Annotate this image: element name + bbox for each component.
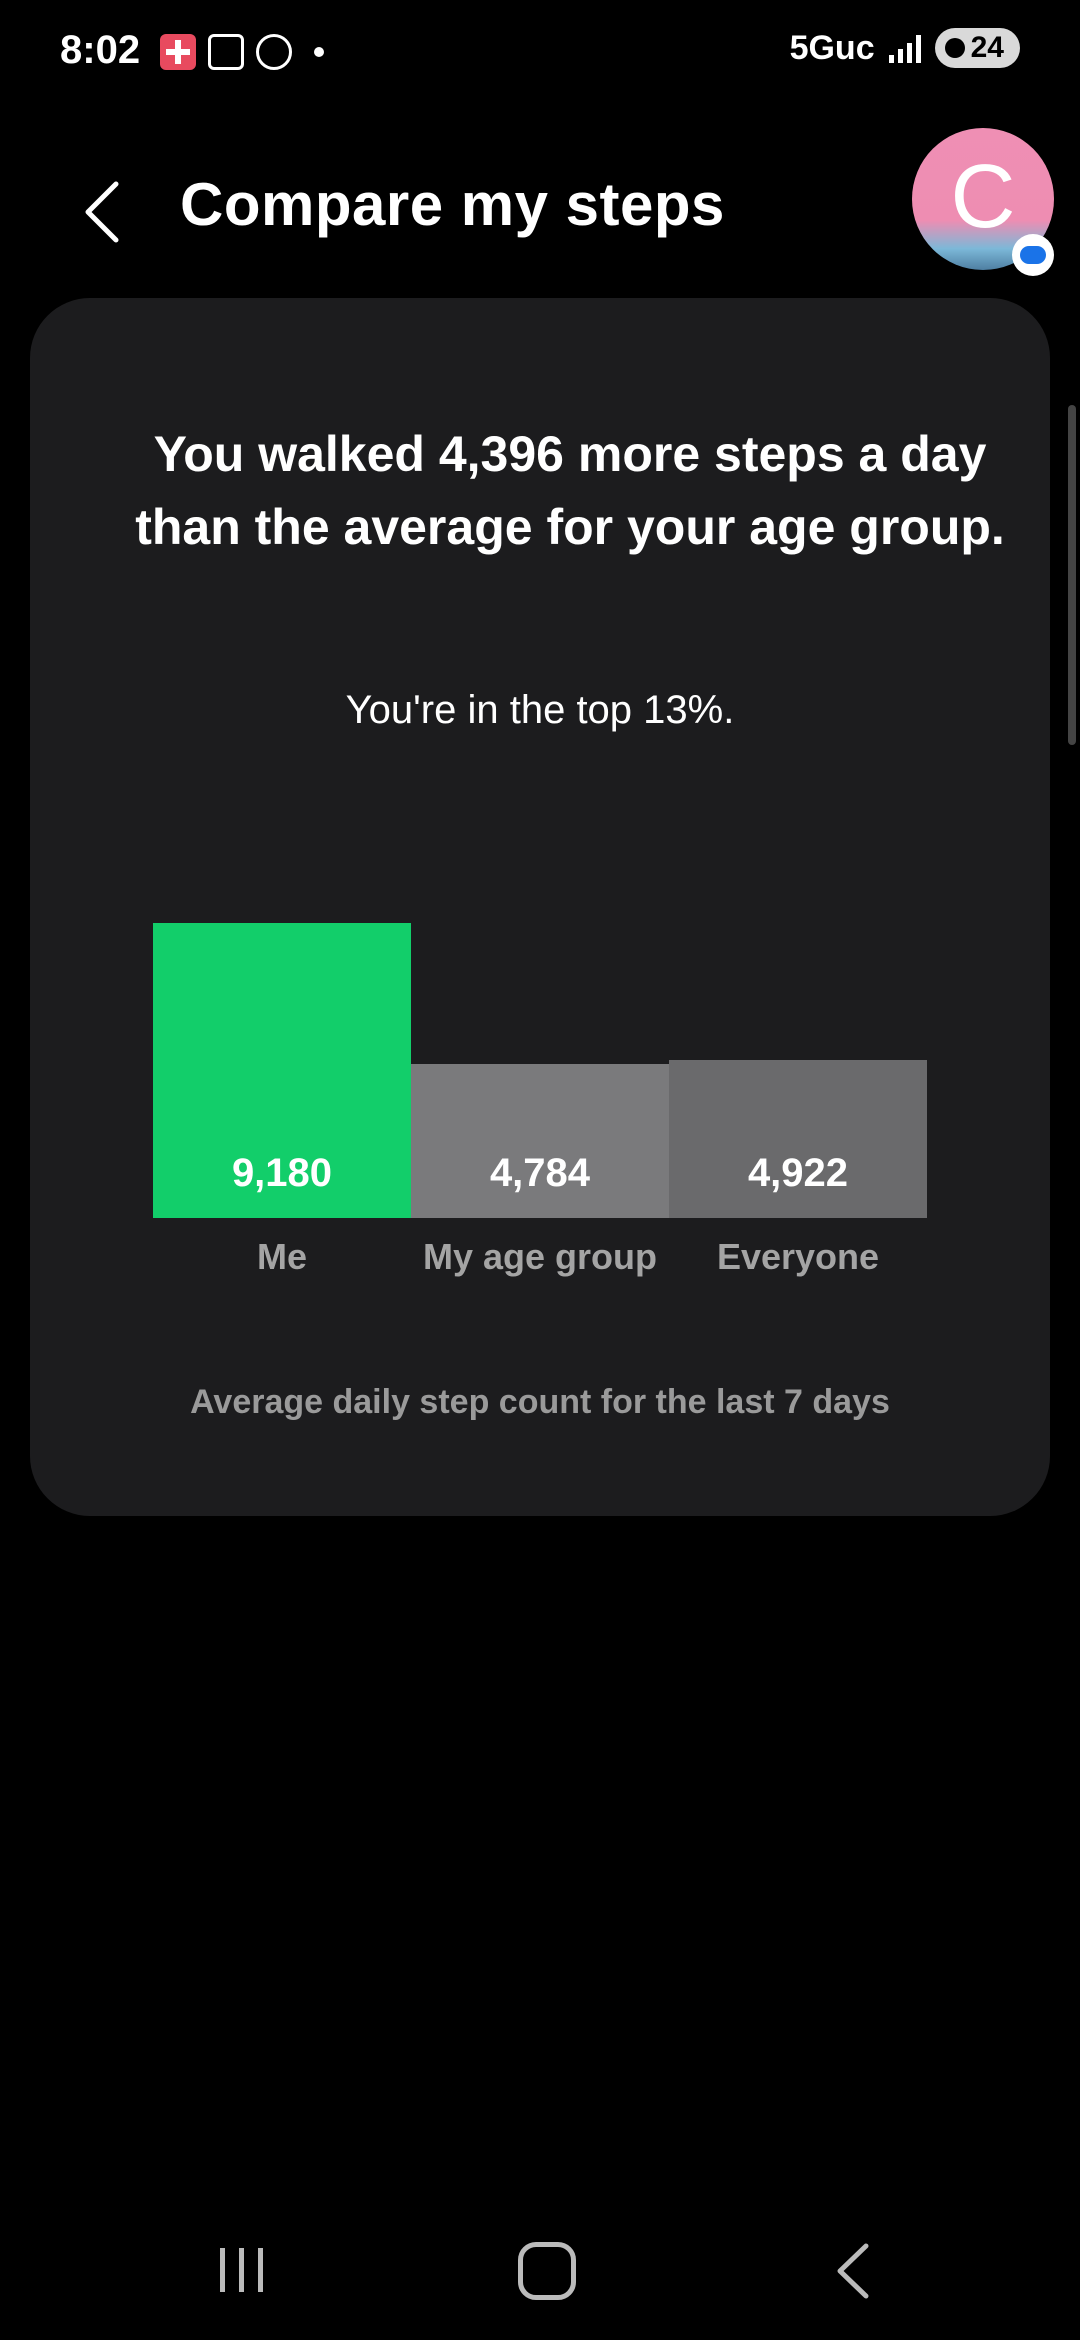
status-right: 5Guc 24 xyxy=(790,28,1020,68)
chart-footnote: Average daily step count for the last 7 … xyxy=(190,1383,890,1421)
nav-back-button[interactable] xyxy=(826,2238,886,2304)
network-label: 5Guc xyxy=(789,28,875,67)
status-icons xyxy=(160,30,324,74)
status-bar: 8:02 5Guc 24 xyxy=(0,0,1080,110)
bar-my-age-group: 4,784 xyxy=(411,1064,669,1218)
bar-value-label: 4,922 xyxy=(747,1151,849,1195)
health-icon xyxy=(160,34,196,70)
message-badge-icon xyxy=(1012,234,1054,276)
page-title: Compare my steps xyxy=(180,171,725,238)
home-button[interactable] xyxy=(518,2242,576,2300)
comparison-card: You walked 4,396 more steps a day than t… xyxy=(30,298,1050,1516)
fingerprint-icon xyxy=(256,34,292,70)
recent-apps-button[interactable] xyxy=(212,2240,272,2300)
navigation-bar xyxy=(0,2200,1080,2340)
signal-icon xyxy=(888,33,921,63)
scrollbar[interactable] xyxy=(1068,405,1076,745)
back-button[interactable] xyxy=(80,172,140,252)
header: Compare my steps C xyxy=(0,120,1080,290)
nav-back-icon xyxy=(837,2243,869,2299)
bar-everyone: 4,922 xyxy=(669,1060,927,1218)
back-arrow-icon xyxy=(85,181,119,243)
charging-icon xyxy=(944,38,965,58)
bar-value-label: 9,180 xyxy=(231,1151,333,1195)
scan-icon xyxy=(208,34,244,70)
battery-level: 24 xyxy=(970,31,1004,64)
avatar[interactable]: C xyxy=(912,128,1054,290)
steps-bar-chart: 9,180 Me 4,784 My age group 4,922 Everyone xyxy=(30,298,1050,1516)
status-time: 8:02 xyxy=(60,28,141,72)
battery-indicator: 24 xyxy=(934,28,1020,68)
bar-category-label: Everyone xyxy=(716,1236,880,1277)
bar-value-label: 4,784 xyxy=(489,1151,591,1195)
bar-me: 9,180 xyxy=(153,923,411,1218)
notification-dot-icon xyxy=(314,47,324,57)
bar-category-label: My age group xyxy=(422,1236,658,1277)
bar-category-label: Me xyxy=(256,1236,307,1277)
